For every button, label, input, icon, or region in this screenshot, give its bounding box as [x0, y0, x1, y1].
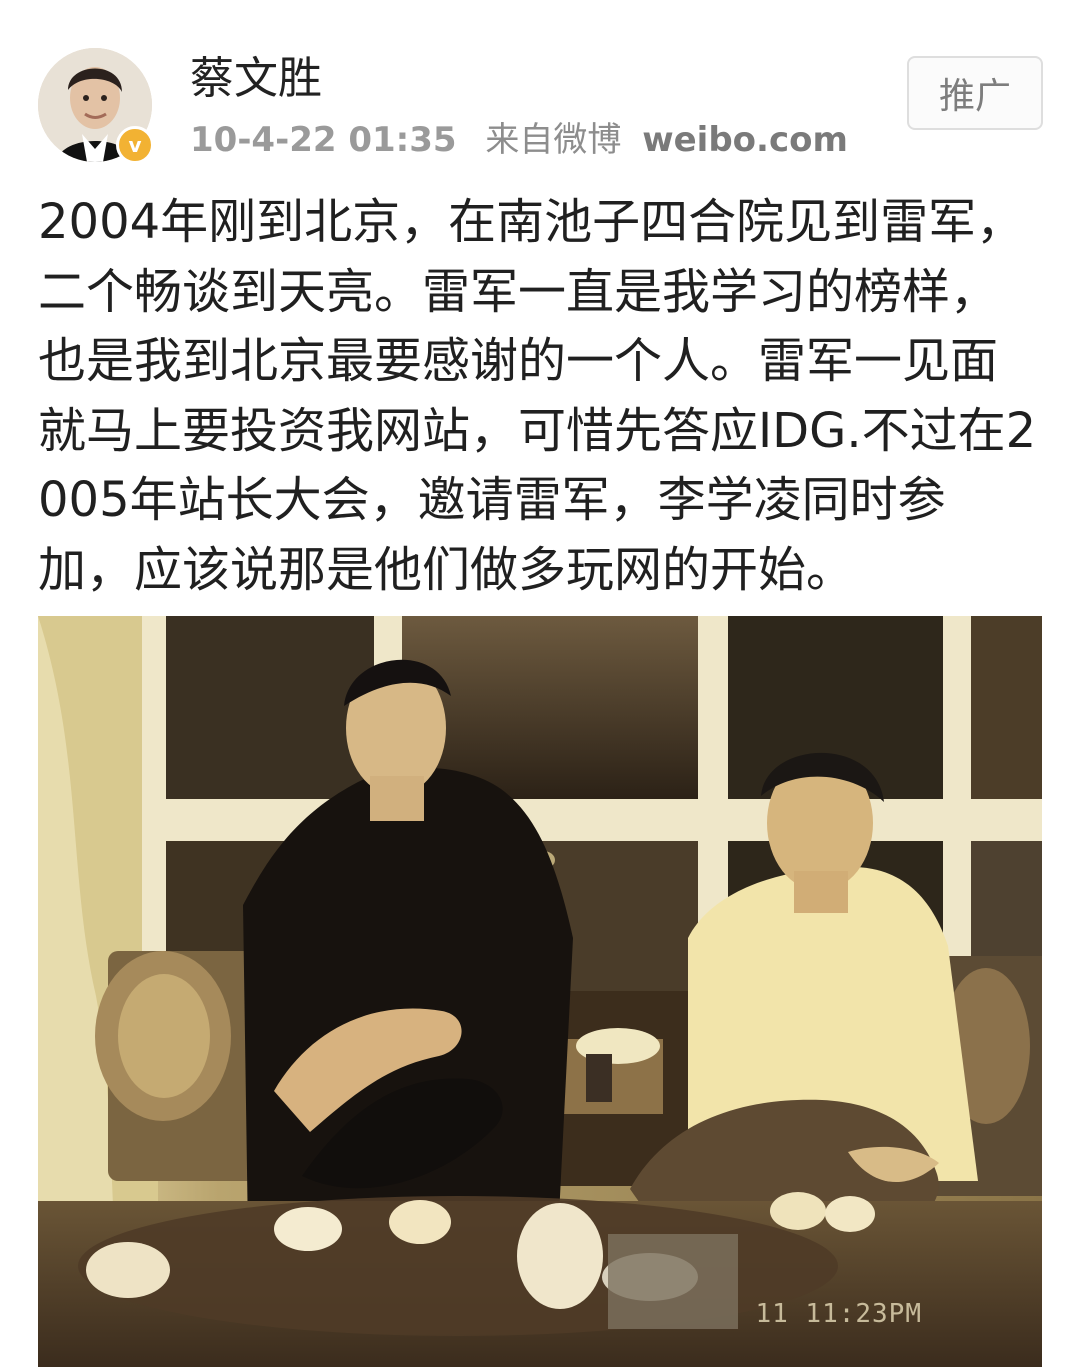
- post-body-text: 2004年刚到北京，在南池子四合院见到雷军，二个畅谈到天亮。雷军一直是我学习的榜…: [38, 194, 1037, 598]
- promote-button[interactable]: 推广: [907, 56, 1043, 130]
- post-photo[interactable]: 11 11:23PM: [38, 616, 1042, 1367]
- post-source-domain[interactable]: weibo.com: [642, 120, 848, 160]
- photo-timestamp-overlay: 11 11:23PM: [755, 1299, 922, 1329]
- photo-scene: [38, 616, 1042, 1367]
- author-name[interactable]: 蔡文胜: [190, 50, 322, 108]
- verified-badge-icon: v: [116, 126, 154, 164]
- post-header: v 蔡文胜 10-4-22 01:35 来自微博 weibo.com 推广: [0, 0, 1080, 180]
- post-timestamp: 10-4-22 01:35: [190, 120, 457, 160]
- post-source-label: 来自微博: [485, 120, 622, 160]
- post-meta: 10-4-22 01:35 来自微博 weibo.com: [190, 118, 848, 162]
